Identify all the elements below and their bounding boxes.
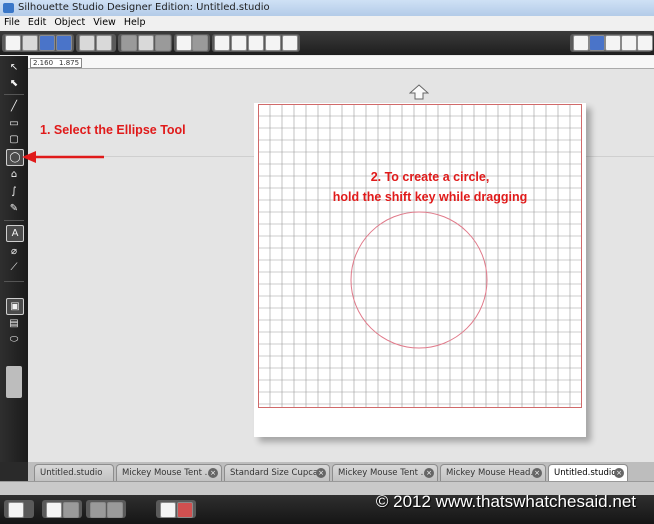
menu-object[interactable]: Object bbox=[50, 16, 89, 30]
tab-label: Mickey Mouse Tent ... bbox=[122, 468, 213, 478]
close-icon[interactable]: × bbox=[208, 468, 218, 478]
eraser-icon[interactable]: ⌀ bbox=[6, 244, 22, 259]
pan-icon[interactable] bbox=[265, 35, 281, 51]
new-file-icon[interactable] bbox=[5, 35, 21, 51]
library-icon[interactable] bbox=[637, 35, 653, 51]
close-icon[interactable]: × bbox=[424, 468, 434, 478]
freehand-icon[interactable]: ✎ bbox=[6, 201, 22, 216]
ruler-x-readout: 2.160 bbox=[33, 59, 54, 67]
tab-standard-size-cupcake[interactable]: Standard Size Cupca... × bbox=[224, 464, 330, 481]
line-icon[interactable]: ╱ bbox=[6, 99, 22, 114]
annotation-step-2-line-2: hold the shift key while dragging bbox=[332, 190, 528, 204]
cut-area-border bbox=[258, 104, 582, 408]
record-icon[interactable] bbox=[177, 502, 193, 518]
menu-file[interactable]: File bbox=[0, 16, 24, 30]
tab-mickey-mouse-head[interactable]: Mickey Mouse Head... × bbox=[440, 464, 546, 481]
tool-divider bbox=[4, 281, 24, 282]
print-icon[interactable] bbox=[79, 35, 95, 51]
main-toolbar bbox=[0, 31, 654, 55]
rounded-rectangle-icon[interactable]: ▢ bbox=[6, 132, 22, 147]
red-arrow-icon bbox=[22, 151, 104, 163]
tab-scroll-area bbox=[0, 462, 28, 481]
polygon-icon[interactable]: ⌂ bbox=[6, 167, 22, 182]
tab-label: Mickey Mouse Tent ... bbox=[338, 468, 429, 478]
annotation-step-1: 1. Select the Ellipse Tool bbox=[40, 123, 186, 137]
ruler-y-readout: 1.875 bbox=[59, 59, 80, 67]
paste-icon[interactable] bbox=[155, 35, 171, 51]
zoom-in-icon[interactable] bbox=[214, 35, 230, 51]
watermark: © 2012 www.thatswhatchesaid.net bbox=[375, 492, 636, 511]
close-icon[interactable]: × bbox=[614, 468, 624, 478]
trace-icon[interactable] bbox=[160, 502, 176, 518]
point-edit-icon[interactable]: ⬉ bbox=[6, 76, 22, 91]
menu-help[interactable]: Help bbox=[120, 16, 150, 30]
open-file-icon[interactable] bbox=[22, 35, 38, 51]
zoom-select-icon[interactable] bbox=[248, 35, 264, 51]
design-page-settings-icon[interactable] bbox=[573, 35, 589, 51]
redo-icon[interactable] bbox=[192, 35, 208, 51]
fill-icon[interactable]: ▣ bbox=[6, 298, 24, 315]
weld-icon[interactable] bbox=[90, 502, 106, 518]
window-title: Silhouette Studio Designer Edition: Unti… bbox=[18, 2, 270, 13]
group-icon[interactable] bbox=[8, 502, 24, 518]
horizontal-ruler bbox=[28, 56, 654, 69]
menu-bar: File Edit Object View Help bbox=[0, 16, 654, 30]
tab-mickey-mouse-tent-2[interactable]: Mickey Mouse Tent ... × bbox=[332, 464, 438, 481]
close-icon[interactable]: × bbox=[532, 468, 542, 478]
scroll-icon[interactable] bbox=[6, 366, 22, 398]
tab-label: Untitled.studio bbox=[40, 468, 103, 478]
knife-icon[interactable]: ⟋ bbox=[6, 260, 22, 275]
send-backward-icon[interactable] bbox=[63, 502, 79, 518]
tab-mickey-mouse-tent-1[interactable]: Mickey Mouse Tent ... × bbox=[116, 464, 222, 481]
close-icon[interactable]: × bbox=[316, 468, 326, 478]
tool-panel: ↖ ⬉ ╱ ▭ ▢ ◯ ⌂ ∫ ✎ A ⌀ ⟋ ▣ ▤ ⬭ bbox=[0, 56, 28, 462]
select-icon[interactable]: ↖ bbox=[6, 60, 22, 75]
annotation-step-2: 2. To create a circle, hold the shift ke… bbox=[300, 167, 560, 207]
tab-label: Untitled.studio bbox=[554, 468, 617, 478]
save-to-library-icon[interactable] bbox=[56, 35, 72, 51]
text-icon[interactable]: A bbox=[6, 225, 24, 242]
menu-view[interactable]: View bbox=[89, 16, 120, 30]
zoom-out-icon[interactable] bbox=[231, 35, 247, 51]
replicate-icon[interactable]: ▤ bbox=[6, 316, 22, 331]
ruler-coordinates: 2.160 1.875 bbox=[30, 58, 82, 68]
cut-settings-icon[interactable] bbox=[589, 35, 605, 51]
rectangle-icon[interactable]: ▭ bbox=[6, 116, 22, 131]
bring-forward-icon[interactable] bbox=[46, 502, 62, 518]
tab-label: Standard Size Cupca... bbox=[230, 468, 327, 478]
send-to-cutter-icon[interactable] bbox=[96, 35, 112, 51]
app-icon bbox=[3, 3, 14, 13]
window-titlebar: Silhouette Studio Designer Edition: Unti… bbox=[0, 0, 654, 16]
annotation-step-2-line-1: 2. To create a circle, bbox=[370, 170, 490, 184]
menu-edit[interactable]: Edit bbox=[24, 16, 50, 30]
tool-divider bbox=[4, 94, 24, 95]
registration-marks-icon[interactable] bbox=[605, 35, 621, 51]
curve-icon[interactable]: ∫ bbox=[6, 184, 22, 199]
save-icon[interactable] bbox=[39, 35, 55, 51]
tool-divider bbox=[4, 220, 24, 221]
page-up-arrow-icon[interactable] bbox=[409, 84, 429, 100]
offset-icon[interactable] bbox=[107, 502, 123, 518]
tab-label: Mickey Mouse Head... bbox=[446, 468, 539, 478]
undo-icon[interactable] bbox=[176, 35, 192, 51]
tab-untitled-1[interactable]: Untitled.studio bbox=[34, 464, 114, 481]
tab-untitled-active[interactable]: Untitled.studio × bbox=[548, 464, 628, 481]
cut-icon[interactable] bbox=[121, 35, 137, 51]
grid-settings-icon[interactable] bbox=[621, 35, 637, 51]
fit-page-icon[interactable] bbox=[282, 35, 298, 51]
copy-icon[interactable] bbox=[138, 35, 154, 51]
cut-settings-tool-icon[interactable]: ⬭ bbox=[6, 332, 22, 347]
